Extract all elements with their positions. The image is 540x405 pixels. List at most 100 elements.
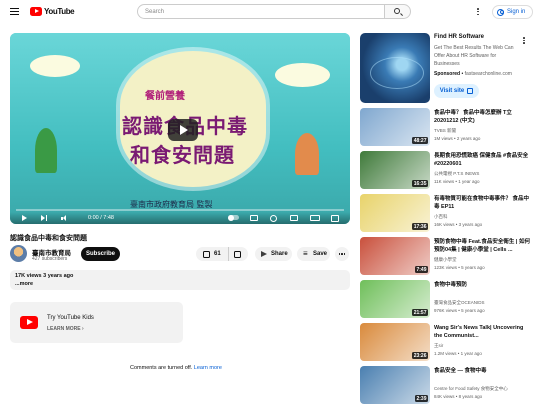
subtitles-icon[interactable] xyxy=(250,215,258,221)
next-icon[interactable] xyxy=(40,214,48,222)
visit-site-button[interactable]: Visit site xyxy=(434,84,479,98)
recommended-video[interactable]: 21:57 食物中毒預防 臺灣食品安全OCEANIDS 976K views • 5 … xyxy=(360,280,532,318)
recommended-thumbnail[interactable]: 23:26 xyxy=(360,323,430,361)
account-icon xyxy=(497,8,504,16)
volume-icon[interactable] xyxy=(60,214,68,222)
visit-site-label: Visit site xyxy=(439,88,465,94)
recommended-channel[interactable]: 小百科 xyxy=(434,214,448,220)
ad-thumbnail[interactable] xyxy=(360,33,430,103)
comments-off-text: Comments are turned off. xyxy=(130,365,193,371)
recommended-channel[interactable]: 王sir xyxy=(434,343,443,349)
like-count: 61 xyxy=(214,251,221,257)
ad-title[interactable]: Find HR Software xyxy=(434,34,484,40)
duration-badge: 16:35 xyxy=(412,180,428,187)
recommended-thumbnail[interactable]: 7:49 xyxy=(360,237,430,275)
recommended-meta: 976K views • 5 years ago xyxy=(434,308,485,313)
shelf-decoration xyxy=(295,133,319,175)
progress-bar[interactable] xyxy=(16,209,344,211)
recommended-thumbnail[interactable]: 17:36 xyxy=(360,194,430,232)
recommended-meta: 1.2M views • 1 year ago xyxy=(434,351,482,356)
recommended-channel[interactable]: 臺灣食品安全OCEANIDS xyxy=(434,300,485,306)
recommended-title[interactable]: 預防食物中毒 Feat.食品安全衛生 | 如何預防04集 | 健康小學堂 | C… xyxy=(434,238,532,254)
recommended-title[interactable]: 長期食用恐慌致癌 保健食品 #食品安全 #20220601 xyxy=(434,152,532,168)
duration-badge: 21:57 xyxy=(412,309,428,316)
thumb-down-icon[interactable] xyxy=(234,250,241,258)
recommended-video[interactable]: 17:36 有毒物質可能在食物中毒事件？ 食品中毒 EP11 小百科 16K view… xyxy=(360,194,532,232)
like-dislike-group: 61 xyxy=(196,247,248,261)
large-play-button[interactable] xyxy=(168,119,198,141)
recommended-video[interactable]: 2:39 食品安全 — 食物中毒 Centre for Food Safety 食物… xyxy=(360,366,532,404)
sign-in-button[interactable]: Sign in xyxy=(492,5,533,19)
ad-description: Get The Best Results The Web Can Offer A… xyxy=(434,45,514,67)
video-player[interactable]: 餐前營養 認識食品中毒 和食安問題 臺南市政府教育局 監製 0:00 / 7:4… xyxy=(10,33,350,224)
recommended-thumbnail[interactable]: 16:35 xyxy=(360,151,430,189)
youtube-play-icon xyxy=(30,7,42,16)
fullscreen-icon[interactable] xyxy=(331,214,339,222)
comments-disabled-notice: Comments are turned off. Learn more xyxy=(130,365,222,371)
description-box[interactable]: 17K views 3 years ago ...more xyxy=(10,270,350,290)
search-button[interactable] xyxy=(384,4,411,19)
subscribe-button[interactable]: Subscribe xyxy=(81,247,120,261)
youtube-kids-banner: Try YouTube Kids LEARN MORE › xyxy=(10,302,183,343)
thumb-top-text: 餐前營養 xyxy=(145,91,185,102)
share-label: Share xyxy=(271,251,288,257)
recommended-meta: 84K views • 8 years ago xyxy=(434,394,483,399)
cloud-decoration xyxy=(30,55,80,77)
recommended-title[interactable]: 有毒物質可能在食物中毒事件？ 食品中毒 EP11 xyxy=(434,195,532,211)
recommended-title[interactable]: Wang Sir's News Talk| Uncovering the Com… xyxy=(434,324,532,340)
miniplayer-icon[interactable] xyxy=(290,215,298,221)
recommended-title[interactable]: 食品中毒？ 食品中毒怎麼辦 T立 20201212 (中文) xyxy=(434,109,532,125)
share-button[interactable]: Share xyxy=(255,247,292,261)
play-icon[interactable] xyxy=(20,214,28,222)
playlist-add-icon: ≡ xyxy=(303,248,308,258)
like-button[interactable]: 61 xyxy=(196,247,229,261)
recommended-video[interactable]: 48:27 食品中毒？ 食品中毒怎麼辦 T立 20201212 (中文) TVBS … xyxy=(360,108,532,146)
recommended-channel[interactable]: 健康小學堂 xyxy=(434,257,457,263)
recommended-title[interactable]: 食品安全 — 食物中毒 xyxy=(434,367,532,375)
more-actions-button[interactable] xyxy=(335,247,349,261)
plant-decoration xyxy=(35,128,57,173)
search-icon xyxy=(394,8,400,14)
duration-badge: 7:49 xyxy=(414,266,428,273)
recommended-channel[interactable]: Centre for Food Safety 食物安全中心 xyxy=(434,386,508,392)
recommended-channel[interactable]: 公共電視 P.T.S INEWS xyxy=(434,171,479,177)
theater-icon[interactable] xyxy=(310,215,320,221)
ad-sponsored: Sponsored • fastsearchonline.com xyxy=(434,71,512,77)
recommended-thumbnail[interactable]: 2:39 xyxy=(360,366,430,404)
settings-more-icon[interactable] xyxy=(477,8,480,16)
kids-learn-more[interactable]: LEARN MORE › xyxy=(47,326,84,332)
external-link-icon xyxy=(467,88,474,94)
thumb-main-text-2: 和食安問題 xyxy=(130,143,235,167)
recommended-meta: 16K views • 3 years ago xyxy=(434,222,483,227)
recommended-meta: 11K views • 1 year ago xyxy=(434,179,480,184)
recommended-video[interactable]: 16:35 長期食用恐慌致癌 保健食品 #食品安全 #20220601 公共電視 P… xyxy=(360,151,532,189)
recommended-title[interactable]: 食物中毒預防 xyxy=(434,281,532,289)
recommended-thumbnail[interactable]: 21:57 xyxy=(360,280,430,318)
recommended-meta: 123K views • 5 years ago xyxy=(434,265,485,270)
settings-gear-icon[interactable] xyxy=(270,214,277,222)
youtube-logo[interactable]: YouTube xyxy=(30,7,75,16)
autoplay-toggle[interactable] xyxy=(228,214,239,221)
search-input[interactable]: Search xyxy=(137,4,384,19)
views-date: 17K views 3 years ago xyxy=(15,273,74,279)
ad-more-icon[interactable] xyxy=(523,37,525,44)
cloud-decoration xyxy=(275,63,330,87)
recommended-video[interactable]: 23:26 Wang Sir's News Talk| Uncovering th… xyxy=(360,323,532,361)
thumb-up-icon xyxy=(203,250,210,258)
recommended-thumbnail[interactable]: 48:27 xyxy=(360,108,430,146)
youtube-kids-icon xyxy=(20,316,38,329)
recommended-channel[interactable]: TVBS 新聞 xyxy=(434,128,456,134)
duration-badge: 48:27 xyxy=(412,137,428,144)
save-button[interactable]: ≡ Save xyxy=(297,247,330,261)
masthead: YouTube Search Sign in xyxy=(0,0,540,24)
save-label: Save xyxy=(313,251,328,257)
channel-avatar[interactable] xyxy=(10,245,27,262)
menu-icon[interactable] xyxy=(10,7,19,16)
video-title: 認識食品中毒和食安問題 xyxy=(10,235,87,242)
comments-learn-more-link[interactable]: Learn more xyxy=(194,365,222,371)
recommended-meta: 1M views • 2 years ago xyxy=(434,136,481,141)
share-icon xyxy=(261,251,268,257)
time-display: 0:00 / 7:48 xyxy=(88,215,114,221)
description-more[interactable]: ...more xyxy=(15,281,345,287)
recommended-video[interactable]: 7:49 預防食物中毒 Feat.食品安全衛生 | 如何預防04集 | 健康小學堂… xyxy=(360,237,532,275)
